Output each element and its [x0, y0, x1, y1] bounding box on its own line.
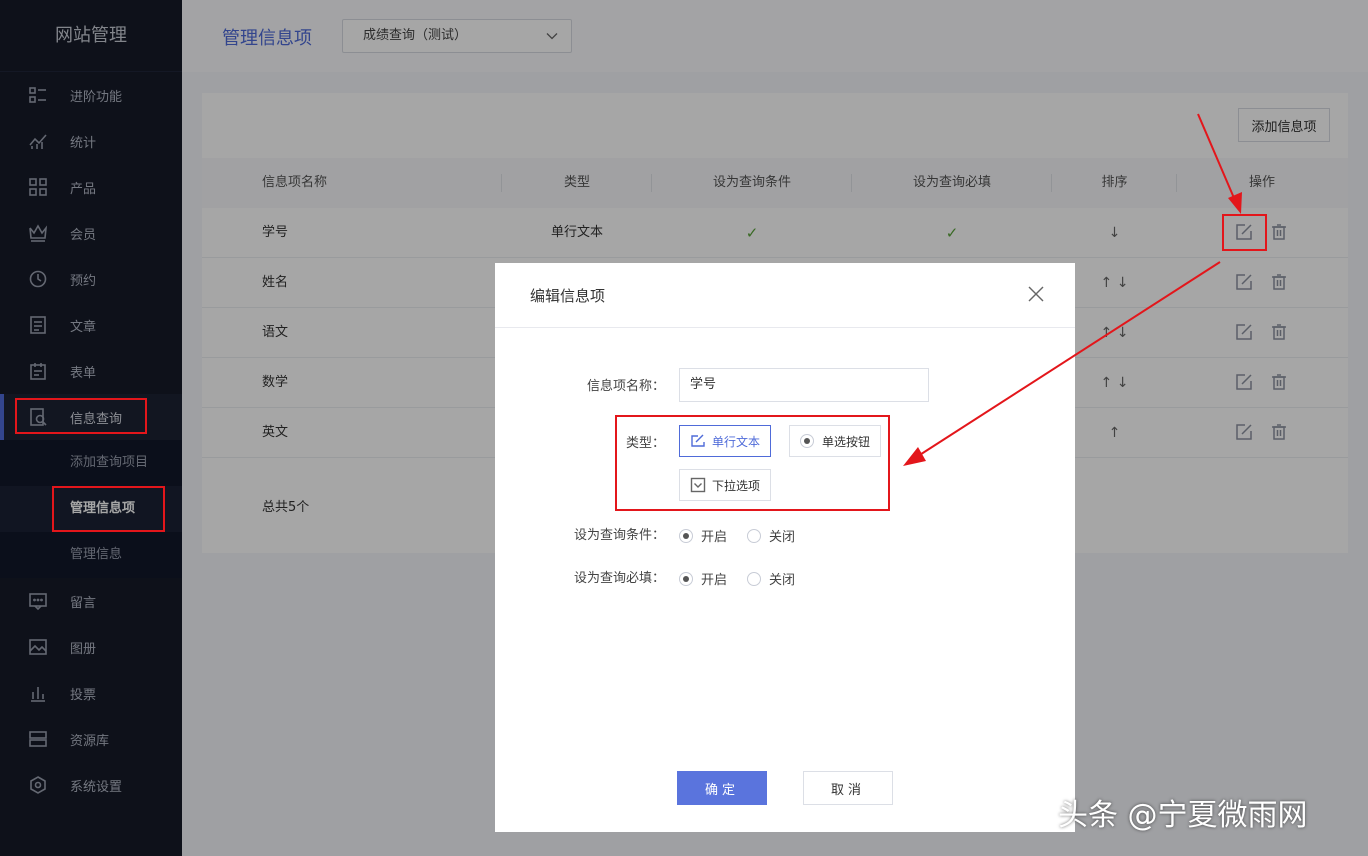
cancel-button[interactable]: 取消: [803, 771, 893, 805]
radio-icon: [747, 571, 761, 586]
radio-label: 开启: [701, 530, 728, 545]
condition-off-radio[interactable]: 关闭: [747, 526, 795, 545]
item-name-input[interactable]: 学号: [679, 368, 929, 402]
required-label: 设为查询必填：: [573, 571, 665, 586]
annotation-box: [615, 415, 890, 511]
edit-item-dialog: 编辑信息项 信息项名称： 学号 类型： 单行文本 单选按钮 下拉选项 设为查询条…: [495, 263, 1075, 832]
radio-label: 关闭: [769, 530, 796, 545]
name-label: 信息项名称：: [586, 379, 665, 394]
annotation-box: [15, 398, 147, 434]
required-on-radio[interactable]: 开启: [679, 569, 727, 588]
annotation-box: [1222, 214, 1267, 251]
radio-label: 开启: [701, 573, 728, 588]
radio-icon: [747, 528, 761, 543]
dialog-title: 编辑信息项: [530, 287, 606, 305]
radio-icon: [679, 571, 693, 586]
radio-label: 关闭: [769, 573, 796, 588]
dialog-header: 编辑信息项: [495, 263, 1075, 328]
confirm-button[interactable]: 确定: [677, 771, 767, 805]
watermark-text: 头条 @宁夏微雨网: [1058, 798, 1308, 833]
radio-icon: [679, 528, 693, 543]
annotation-box: [52, 486, 165, 532]
required-off-radio[interactable]: 关闭: [747, 569, 795, 588]
condition-on-radio[interactable]: 开启: [679, 526, 727, 545]
close-icon[interactable]: [1027, 285, 1045, 303]
condition-label: 设为查询条件：: [573, 528, 665, 543]
